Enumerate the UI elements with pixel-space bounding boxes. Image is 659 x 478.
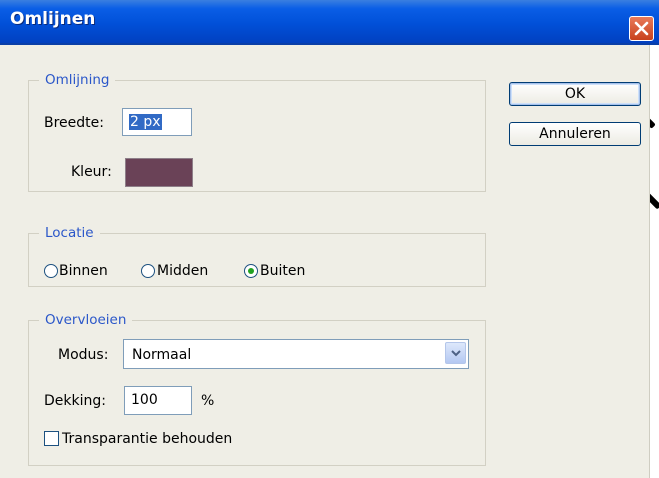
- dialog-title: Omlijnen: [10, 9, 96, 29]
- radio-selected-dot: [248, 268, 254, 274]
- dekking-unit: %: [201, 393, 215, 409]
- chevron-down-icon: [451, 350, 461, 357]
- radio-midden[interactable]: [141, 264, 155, 278]
- close-button[interactable]: [629, 16, 654, 41]
- transparantie-label[interactable]: Transparantie behouden: [62, 430, 232, 448]
- modus-value: Normaal: [132, 347, 192, 363]
- title-bar[interactable]: Omlijnen: [0, 0, 659, 45]
- omlijning-legend: Omlijning: [39, 71, 116, 89]
- dialog-window: Omlijnen Omlijning Breedte: 2 px Kleur: …: [0, 0, 659, 478]
- overvloeien-legend: Overvloeien: [39, 311, 133, 329]
- cancel-button[interactable]: Annuleren: [509, 122, 641, 146]
- transparantie-checkbox[interactable]: [44, 431, 59, 446]
- kleur-color-swatch[interactable]: [125, 158, 193, 187]
- close-icon: [634, 21, 649, 36]
- dekking-input[interactable]: 100: [124, 386, 192, 415]
- locatie-legend: Locatie: [39, 224, 100, 242]
- dropdown-arrow-button[interactable]: [445, 342, 466, 364]
- radio-buiten-label[interactable]: Buiten: [260, 262, 305, 280]
- breedte-label: Breedte:: [44, 115, 104, 131]
- kleur-label: Kleur:: [71, 164, 112, 180]
- radio-buiten[interactable]: [244, 264, 258, 278]
- radio-binnen[interactable]: [44, 264, 58, 278]
- modus-select[interactable]: Normaal: [123, 339, 469, 369]
- radio-binnen-label[interactable]: Binnen: [59, 262, 108, 280]
- modus-label: Modus:: [58, 347, 109, 363]
- radio-midden-label[interactable]: Midden: [157, 262, 208, 280]
- dekking-value: 100: [131, 392, 158, 408]
- breedte-input[interactable]: 2 px: [122, 108, 192, 136]
- breedte-value: 2 px: [129, 114, 162, 130]
- ok-button[interactable]: OK: [509, 82, 641, 106]
- dekking-label: Dekking:: [44, 393, 106, 409]
